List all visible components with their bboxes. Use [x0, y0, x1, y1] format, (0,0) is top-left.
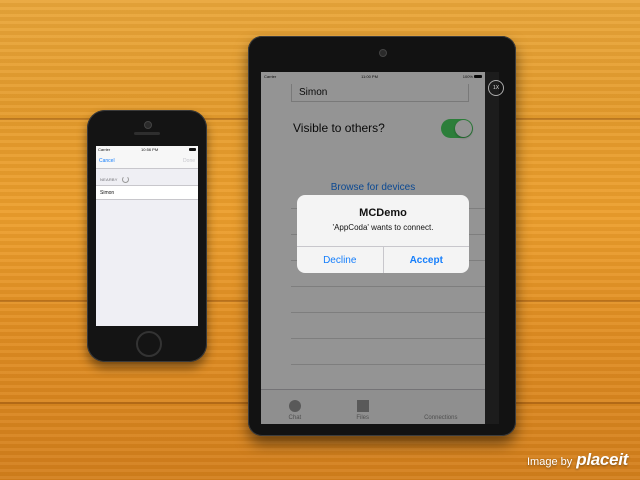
accept-button[interactable]: Accept	[382, 247, 470, 273]
watermark-prefix: Image by	[526, 456, 573, 468]
front-camera	[144, 121, 152, 129]
activity-spinner-icon	[121, 175, 129, 183]
status-bar: Carrier 10:56 PM	[96, 146, 198, 153]
placeit-logo: placeit	[576, 450, 628, 469]
image-credit-watermark: Image by placeit	[527, 450, 628, 470]
simulator-edge	[485, 72, 499, 424]
section-title: NEARBY	[100, 176, 118, 182]
connection-alert: MCDemo 'AppCoda' wants to connect. Decli…	[297, 195, 469, 273]
iphone-screen: Carrier 10:56 PM Cancel Done NEARBY Simo…	[96, 146, 198, 326]
iphone-device: Carrier 10:56 PM Cancel Done NEARBY Simo…	[87, 110, 207, 362]
app-view: Carrier 11:00 PM 100% Simon Visible to o…	[261, 72, 485, 424]
decline-button[interactable]: Decline	[297, 247, 383, 273]
earpiece-speaker	[134, 132, 160, 135]
zoom-1x-button[interactable]: 1X	[488, 80, 504, 96]
status-time: 10:56 PM	[141, 147, 159, 152]
nearby-section-header: NEARBY	[96, 173, 198, 185]
done-button[interactable]: Done	[183, 158, 195, 164]
ipad-device: Carrier 11:00 PM 100% Simon Visible to o…	[248, 36, 516, 436]
ipad-screen: Carrier 11:00 PM 100% Simon Visible to o…	[261, 72, 499, 424]
navigation-bar: Cancel Done	[96, 153, 198, 169]
front-camera	[379, 49, 387, 57]
carrier-label: Carrier	[98, 147, 111, 152]
home-button[interactable]	[136, 331, 162, 357]
peer-row[interactable]: Simon	[96, 185, 198, 200]
battery-icon	[188, 148, 196, 151]
alert-message: 'AppCoda' wants to connect.	[332, 223, 434, 232]
alert-title: MCDemo	[359, 207, 407, 219]
cancel-button[interactable]: Cancel	[99, 158, 115, 164]
alert-button-row: Decline Accept	[297, 246, 469, 273]
peer-name: Simon	[100, 189, 115, 196]
